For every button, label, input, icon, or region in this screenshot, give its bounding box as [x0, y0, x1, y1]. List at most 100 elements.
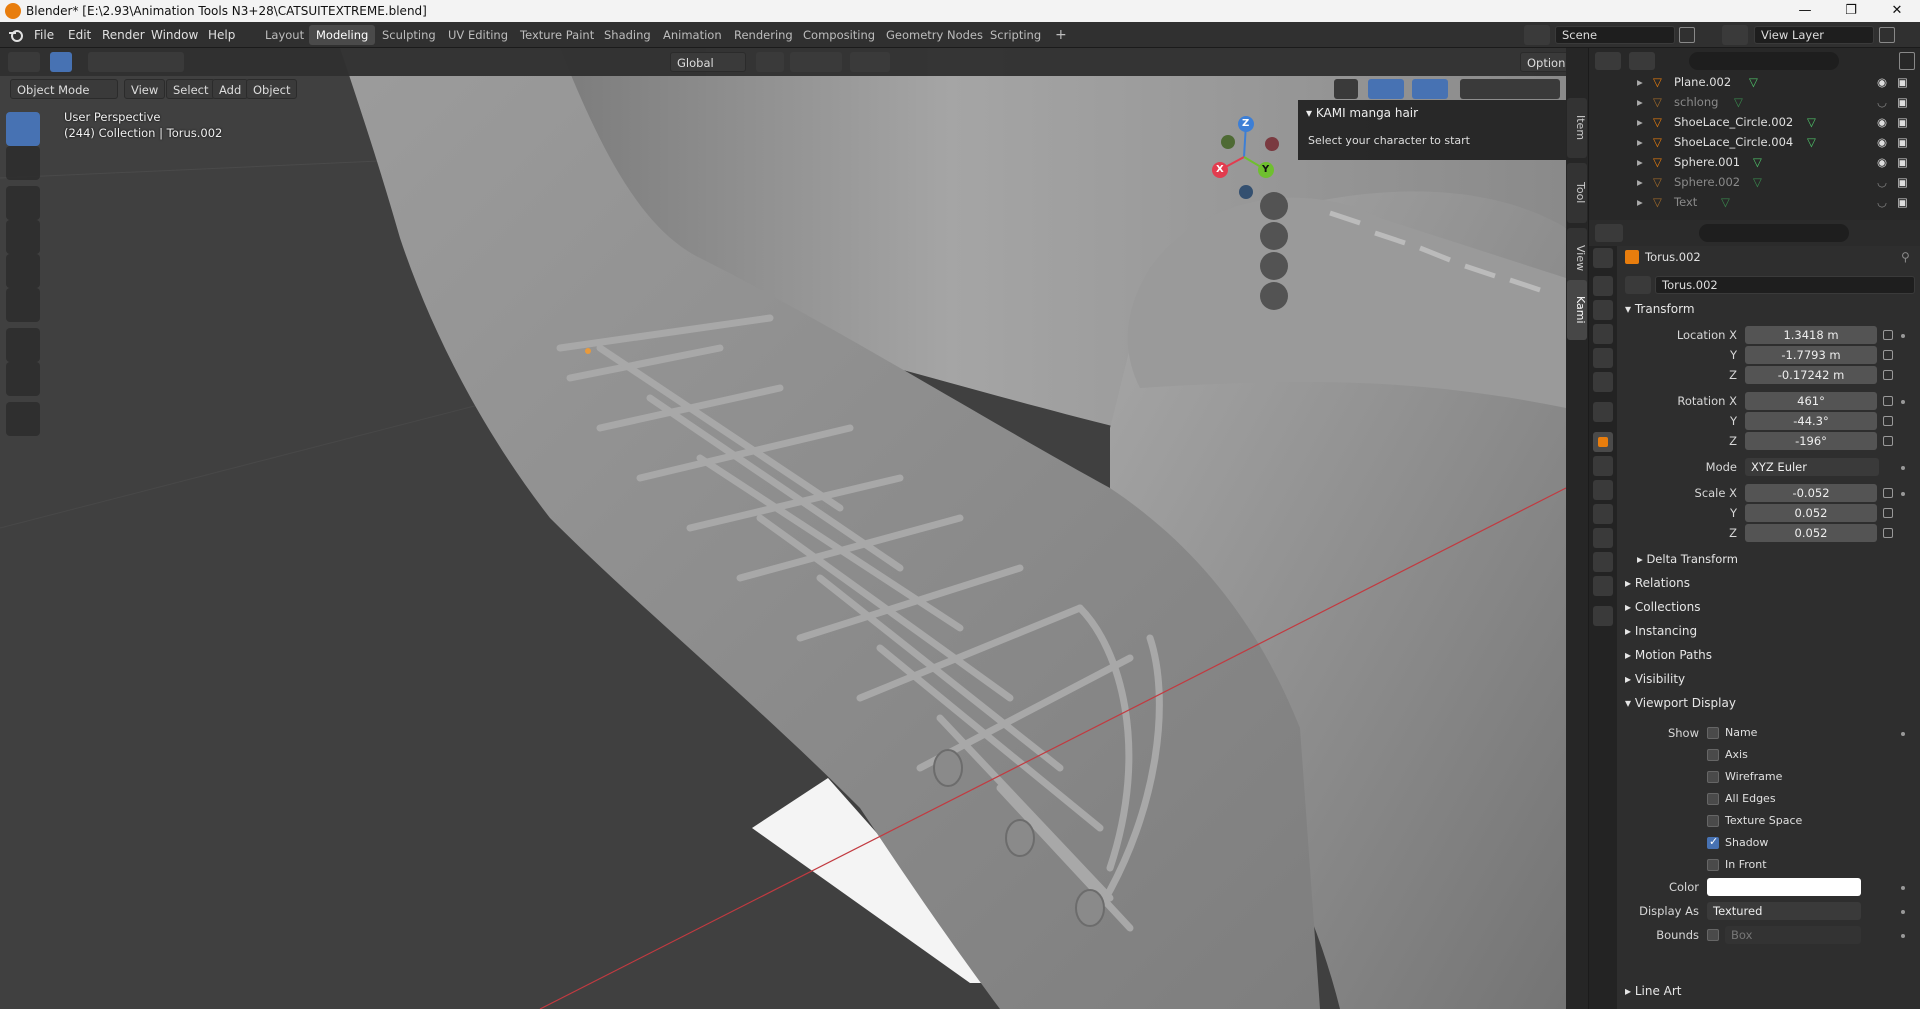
- menu-view[interactable]: View: [124, 79, 166, 99]
- visibility-header[interactable]: ▸ Visibility: [1625, 672, 1685, 686]
- scale-z-field[interactable]: 0.052: [1745, 524, 1877, 542]
- keyframe-dot-icon[interactable]: [1901, 732, 1905, 736]
- scene-tab-icon[interactable]: [1593, 348, 1613, 368]
- menu-select[interactable]: Select: [166, 79, 216, 99]
- tab-shading[interactable]: Shading: [597, 25, 658, 45]
- filter-icon[interactable]: [1869, 52, 1895, 70]
- datablock-browse-icon[interactable]: [1625, 276, 1651, 294]
- selection-mode-icons[interactable]: [88, 52, 184, 72]
- select-box-icon[interactable]: [50, 52, 72, 72]
- rotate-tool-icon[interactable]: [6, 220, 40, 254]
- proportional-edit-icon[interactable]: [850, 52, 890, 72]
- rotation-y-field[interactable]: -44.3°: [1745, 412, 1877, 430]
- eye-hidden-icon[interactable]: ◡: [1877, 92, 1887, 112]
- tab-geometry-nodes[interactable]: Geometry Nodes: [879, 25, 990, 45]
- measure-tool-icon[interactable]: [6, 362, 40, 396]
- overlays-toggle-icon[interactable]: [1412, 79, 1448, 99]
- world-tab-icon[interactable]: [1593, 372, 1613, 392]
- data-tab-icon[interactable]: [1593, 552, 1613, 572]
- properties-editor-icon[interactable]: [1595, 224, 1623, 242]
- eye-icon[interactable]: ◉: [1877, 112, 1887, 132]
- menu-edit[interactable]: Edit: [68, 28, 91, 42]
- tab-rendering[interactable]: Rendering: [727, 25, 800, 45]
- outliner-row[interactable]: ▸ ▽ Plane.002 ▽ ◉ ▣: [1589, 72, 1920, 92]
- tab-tool[interactable]: Tool: [1567, 163, 1587, 223]
- constraints-tab-icon[interactable]: [1593, 528, 1613, 548]
- camera-icon[interactable]: ▣: [1897, 152, 1908, 172]
- eye-icon[interactable]: ◉: [1877, 132, 1887, 152]
- delta-transform-header[interactable]: ▸ Delta Transform: [1637, 552, 1738, 566]
- move-tool-icon[interactable]: [6, 186, 40, 220]
- tool-tab-icon[interactable]: [1593, 248, 1613, 268]
- keyframe-dot-icon[interactable]: [1901, 466, 1905, 470]
- outliner-row[interactable]: ▸ ▽ ShoeLace_Circle.004 ▽ ◉ ▣: [1589, 132, 1920, 152]
- menu-render[interactable]: Render: [102, 28, 145, 42]
- tab-animation[interactable]: Animation: [656, 25, 729, 45]
- camera-icon[interactable]: ▣: [1897, 132, 1908, 152]
- scene-name-field[interactable]: Scene: [1555, 26, 1675, 44]
- lock-icon[interactable]: [1883, 508, 1893, 518]
- texture-tab-icon[interactable]: [1593, 606, 1613, 626]
- rotation-x-field[interactable]: 461°: [1745, 392, 1877, 410]
- scale-tool-icon[interactable]: [6, 254, 40, 288]
- cursor-tool-icon[interactable]: [6, 146, 40, 180]
- keyframe-dot-icon[interactable]: [1901, 334, 1905, 338]
- tab-scripting[interactable]: Scripting: [983, 25, 1048, 45]
- show-name-checkbox[interactable]: [1707, 727, 1719, 739]
- scale-x-field[interactable]: -0.052: [1745, 484, 1877, 502]
- close-window-button[interactable]: ✕: [1874, 0, 1920, 22]
- tab-compositing[interactable]: Compositing: [796, 25, 882, 45]
- annotate-tool-icon[interactable]: [6, 328, 40, 362]
- pivot-point-icon[interactable]: [756, 52, 784, 72]
- object-name-field[interactable]: Torus.002: [1655, 276, 1915, 294]
- keyframe-dot-icon[interactable]: [1901, 492, 1905, 496]
- view-layer-tab-icon[interactable]: [1593, 324, 1613, 344]
- bounds-checkbox[interactable]: [1707, 929, 1719, 941]
- expand-arrow-icon[interactable]: ▸: [1637, 132, 1643, 152]
- keyframe-dot-icon[interactable]: [1901, 934, 1905, 938]
- new-view-layer-icon[interactable]: [1879, 27, 1895, 43]
- kami-panel-title[interactable]: ▾ KAMI manga hair: [1306, 106, 1418, 120]
- lock-icon[interactable]: [1883, 330, 1893, 340]
- view-layer-field[interactable]: View Layer: [1754, 26, 1874, 44]
- transform-header[interactable]: ▾ Transform: [1625, 302, 1695, 316]
- shading-mode-icons[interactable]: [1460, 79, 1560, 99]
- material-tab-icon[interactable]: [1593, 576, 1613, 596]
- location-x-field[interactable]: 1.3418 m: [1745, 326, 1877, 344]
- keyframe-dot-icon[interactable]: [1901, 886, 1905, 890]
- camera-icon[interactable]: ▣: [1897, 192, 1908, 212]
- camera-icon[interactable]: ▣: [1897, 112, 1908, 132]
- eye-hidden-icon[interactable]: ◡: [1877, 172, 1887, 192]
- object-tab-icon[interactable]: [1593, 432, 1613, 452]
- orthographic-grid-icon[interactable]: [1260, 282, 1288, 310]
- add-cube-tool-icon[interactable]: [6, 402, 40, 436]
- transform-orientation-dropdown[interactable]: Global: [670, 52, 746, 72]
- menu-file[interactable]: File: [34, 28, 54, 42]
- new-collection-icon[interactable]: [1899, 52, 1915, 70]
- maximize-button[interactable]: ❐: [1828, 0, 1874, 22]
- outliner-row[interactable]: ▸ ▽ Text ▽ ◡ ▣: [1589, 192, 1920, 212]
- location-y-field[interactable]: -1.7793 m: [1745, 346, 1877, 364]
- tab-modeling[interactable]: Modeling: [309, 25, 376, 45]
- scene-selector-icon[interactable]: [1524, 25, 1550, 45]
- expand-arrow-icon[interactable]: ▸: [1637, 112, 1643, 132]
- tab-texture-paint[interactable]: Texture Paint: [513, 25, 601, 45]
- outliner-row[interactable]: ▸ ▽ ShoeLace_Circle.002 ▽ ◉ ▣: [1589, 112, 1920, 132]
- keyframe-dot-icon[interactable]: [1901, 910, 1905, 914]
- keyframe-dot-icon[interactable]: [1901, 400, 1905, 404]
- physics-tab-icon[interactable]: [1593, 504, 1613, 524]
- eye-hidden-icon[interactable]: ◡: [1877, 192, 1887, 212]
- visibility-icon[interactable]: [1334, 79, 1358, 99]
- camera-icon[interactable]: ▣: [1897, 172, 1908, 192]
- line-art-header[interactable]: ▸ Line Art: [1625, 984, 1682, 998]
- lock-icon[interactable]: [1883, 370, 1893, 380]
- instancing-header[interactable]: ▸ Instancing: [1625, 624, 1697, 638]
- expand-arrow-icon[interactable]: ▸: [1637, 72, 1643, 92]
- collection-tab-icon[interactable]: [1593, 402, 1613, 422]
- outliner-editor-icon[interactable]: [1595, 52, 1621, 70]
- new-scene-icon[interactable]: [1679, 27, 1695, 43]
- outliner-row[interactable]: ▸ ▽ Sphere.002 ▽ ◡ ▣: [1589, 172, 1920, 192]
- properties-search-input[interactable]: [1699, 224, 1849, 242]
- view-layer-selector-icon[interactable]: [1722, 25, 1748, 45]
- properties-options-icon[interactable]: [1899, 224, 1915, 242]
